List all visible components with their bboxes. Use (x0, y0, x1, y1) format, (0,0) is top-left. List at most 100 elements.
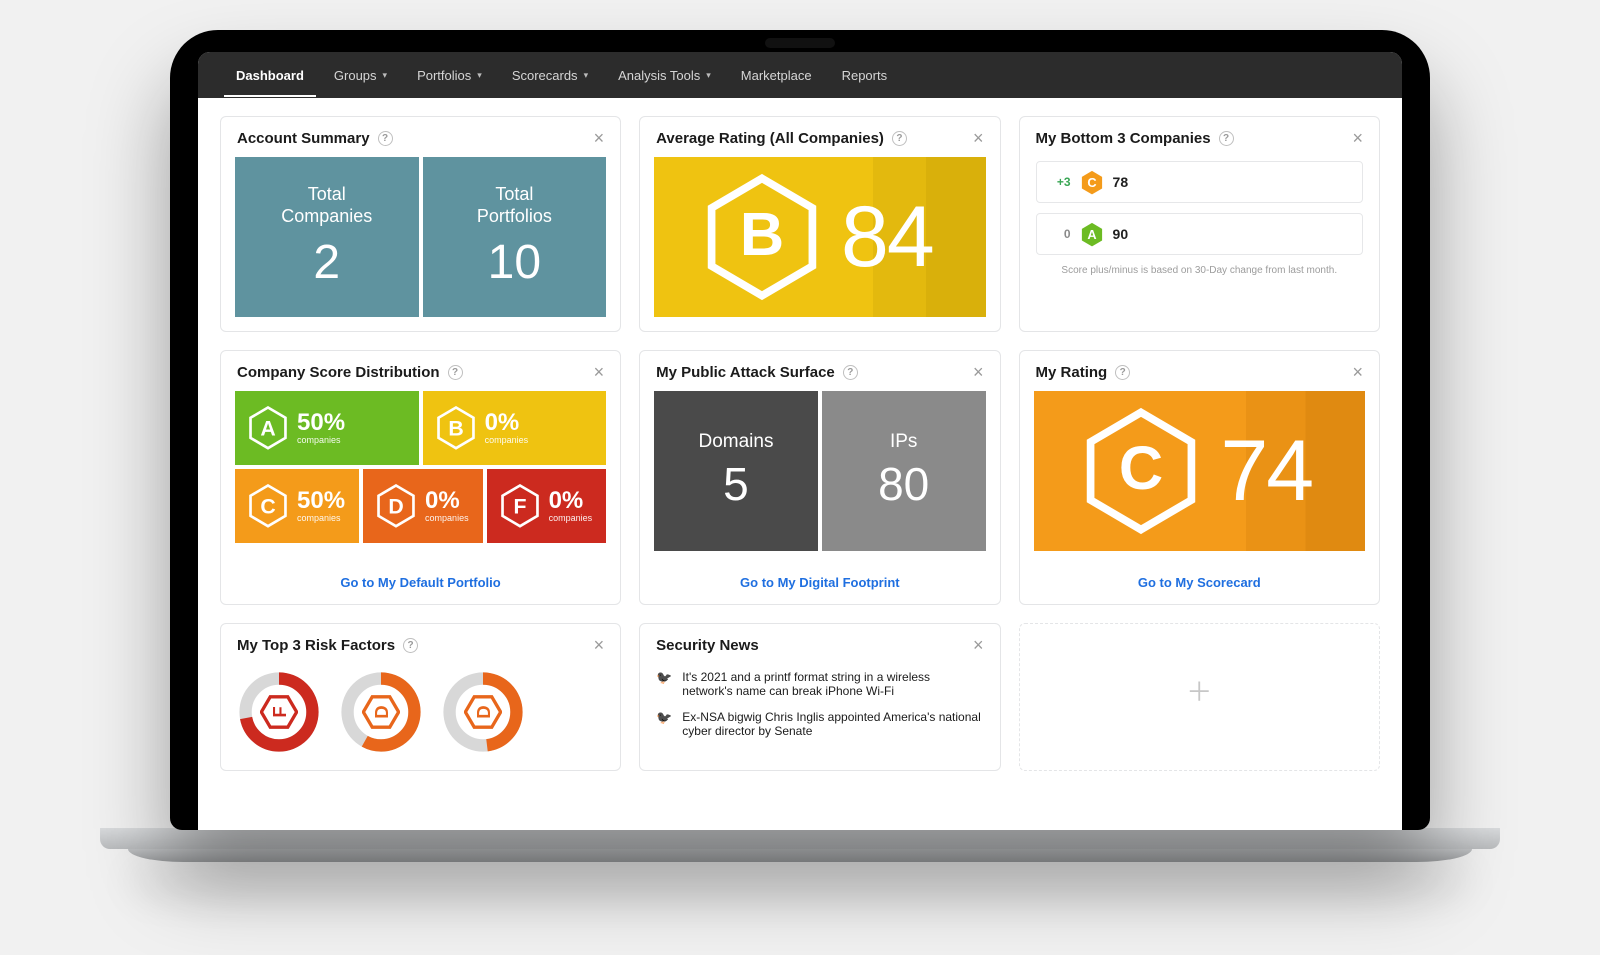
dist-cell-a[interactable]: A 50%companies (235, 391, 419, 465)
nav-analysis-tools[interactable]: Analysis Tools ▾ (606, 54, 723, 97)
dist-sub: companies (549, 513, 593, 523)
nav-portfolios[interactable]: Portfolios ▾ (405, 54, 494, 97)
card-title-text: My Rating (1036, 364, 1108, 381)
card-title: My Top 3 Risk Factors ? (237, 637, 418, 654)
risk-donut[interactable]: F (235, 668, 323, 756)
app-screen: Dashboard Groups ▾ Portfolios ▾ Scorecar… (198, 52, 1402, 830)
help-icon[interactable]: ? (843, 365, 858, 380)
chevron-down-icon: ▾ (383, 70, 388, 81)
nav-label: Scorecards (512, 68, 578, 83)
close-icon[interactable]: × (594, 129, 605, 147)
card-grid: Account Summary ? × Total Companies (220, 116, 1380, 771)
svg-text:B: B (448, 417, 463, 441)
dist-pct: 50% (297, 411, 345, 435)
help-icon[interactable]: ? (378, 131, 393, 146)
nav-groups[interactable]: Groups ▾ (322, 54, 399, 97)
dist-cell-c[interactable]: C 50%companies (235, 469, 359, 543)
help-icon[interactable]: ? (448, 365, 463, 380)
svg-text:C: C (1119, 434, 1163, 503)
close-icon[interactable]: × (973, 129, 984, 147)
help-icon[interactable]: ? (1219, 131, 1234, 146)
dist-cell-f[interactable]: F 0%companies (487, 469, 607, 543)
dist-sub: companies (297, 435, 345, 445)
news-headline: Ex-NSA bigwig Chris Inglis appointed Ame… (682, 710, 983, 738)
laptop-base (100, 828, 1500, 862)
svg-text:F: F (269, 706, 290, 717)
tile-total-portfolios[interactable]: Total Portfolios 10 (423, 157, 607, 317)
card-title-text: My Top 3 Risk Factors (237, 637, 395, 654)
card-score-distribution: Company Score Distribution ? × A 50%co (220, 350, 621, 605)
chevron-down-icon: ▾ (477, 70, 482, 81)
dist-sub: companies (485, 435, 529, 445)
svg-text:D: D (388, 495, 403, 519)
help-icon[interactable]: ? (403, 638, 418, 653)
delta-value: +3 (1049, 175, 1071, 189)
nav-label: Reports (842, 68, 888, 83)
card-title-text: Security News (656, 637, 759, 654)
dashboard-body: Account Summary ? × Total Companies (198, 98, 1402, 830)
add-widget-icon[interactable]: ＋ (1186, 672, 1212, 709)
card-title-text: My Bottom 3 Companies (1036, 130, 1211, 147)
close-icon[interactable]: × (594, 636, 605, 654)
tile-label: Total Companies (281, 184, 372, 227)
grade-hexagon-icon: F (501, 484, 539, 528)
nav-scorecards[interactable]: Scorecards ▾ (500, 54, 600, 97)
rating-hero: B 84 (654, 157, 985, 317)
chevron-down-icon: ▾ (584, 70, 589, 81)
nav-label: Groups (334, 68, 377, 83)
close-icon[interactable]: × (1352, 363, 1363, 381)
risk-donut[interactable]: D (439, 668, 527, 756)
news-headline: It's 2021 and a printf format string in … (682, 670, 983, 698)
dist-sub: companies (297, 513, 345, 523)
card-title: My Bottom 3 Companies ? (1036, 130, 1234, 147)
news-item[interactable]: 🐦‍⬛ It's 2021 and a printf format string… (654, 664, 985, 704)
nav-marketplace[interactable]: Marketplace (729, 54, 824, 97)
nav-reports[interactable]: Reports (830, 54, 900, 97)
grade-hexagon-icon: A (1081, 222, 1103, 246)
nav-dashboard[interactable]: Dashboard (224, 54, 316, 97)
close-icon[interactable]: × (1352, 129, 1363, 147)
link-my-scorecard[interactable]: Go to My Scorecard (1020, 565, 1379, 604)
svg-text:B: B (740, 200, 784, 269)
card-title: My Public Attack Surface ? (656, 364, 858, 381)
grade-hexagon-icon: C (1086, 408, 1196, 534)
list-item[interactable]: 0 A 90 (1036, 213, 1363, 255)
grade-hexagon-icon: A (249, 406, 287, 450)
card-title-text: My Public Attack Surface (656, 364, 835, 381)
close-icon[interactable]: × (973, 636, 984, 654)
svg-text:A: A (260, 417, 275, 441)
summary-tiles: Total Companies 2 Total Portfolios (235, 157, 606, 317)
nav-label: Portfolios (417, 68, 471, 83)
grade-hexagon-icon: C (249, 484, 287, 528)
card-average-rating: Average Rating (All Companies) ? × B 84 (639, 116, 1000, 332)
svg-text:A: A (1087, 227, 1096, 242)
list-item[interactable]: +3 C 78 (1036, 161, 1363, 203)
help-icon[interactable]: ? (1115, 365, 1130, 380)
link-default-portfolio[interactable]: Go to My Default Portfolio (221, 565, 620, 604)
company-score: 90 (1113, 226, 1129, 242)
tile-domains[interactable]: Domains 5 (654, 391, 818, 551)
dist-cell-b[interactable]: B 0%companies (423, 391, 607, 465)
tile-label: IPs (890, 431, 917, 453)
close-icon[interactable]: × (973, 363, 984, 381)
attack-tiles: Domains 5 IPs 80 (654, 391, 985, 551)
svg-text:D: D (473, 705, 494, 718)
link-digital-footprint[interactable]: Go to My Digital Footprint (640, 565, 999, 604)
card-title: My Rating ? (1036, 364, 1131, 381)
tile-total-companies[interactable]: Total Companies 2 (235, 157, 419, 317)
risk-donut[interactable]: D (337, 668, 425, 756)
tile-value: 2 (313, 235, 340, 290)
news-item[interactable]: 🐦‍⬛ Ex-NSA bigwig Chris Inglis appointed… (654, 704, 985, 744)
nav-label: Marketplace (741, 68, 812, 83)
news-icon: 🐦‍⬛ (656, 710, 672, 738)
tile-label: Total Portfolios (477, 184, 552, 227)
dist-pct: 0% (549, 489, 593, 513)
card-risk-factors: My Top 3 Risk Factors ? × F D D (220, 623, 621, 771)
dist-cell-d[interactable]: D 0%companies (363, 469, 483, 543)
help-icon[interactable]: ? (892, 131, 907, 146)
tile-ips[interactable]: IPs 80 (822, 391, 986, 551)
footnote-text: Score plus/minus is based on 30-Day chan… (1034, 265, 1365, 276)
rating-score: 74 (1220, 422, 1312, 521)
tile-value: 10 (488, 235, 541, 290)
close-icon[interactable]: × (594, 363, 605, 381)
